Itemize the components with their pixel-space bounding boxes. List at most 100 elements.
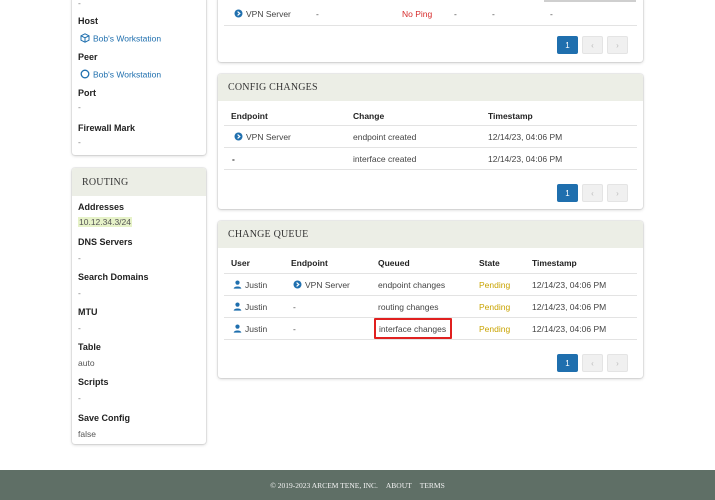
table-row: Justin VPN Server endpoint changes Pendi… <box>224 274 637 296</box>
save-config-label: Save Config <box>78 413 131 423</box>
port-value: - <box>78 102 81 112</box>
queued-link[interactable]: routing changes <box>378 302 439 312</box>
prev-page-button[interactable]: ‹ <box>582 184 603 202</box>
firewall-mark-value: - <box>78 137 81 147</box>
change-queue-card: CHANGE QUEUE User Endpoint Queued State … <box>218 221 643 378</box>
scroll-strip <box>544 0 636 2</box>
host-value: Bob's Workstation <box>93 33 162 44</box>
user-icon <box>233 302 242 313</box>
port-label: Port <box>78 88 96 98</box>
dns-servers-label: DNS Servers <box>78 237 133 247</box>
timestamp-text: 12/14/23, 04:06 PM <box>488 154 563 164</box>
user-link[interactable]: Justin <box>233 302 267 313</box>
ping-status: No Ping <box>402 9 433 19</box>
cell: - <box>550 9 553 19</box>
endpoints-card: VPN Server - No Ping - - - 1 ‹ › <box>218 0 643 62</box>
endpoint-link[interactable]: VPN Server <box>234 9 291 20</box>
change-text: endpoint created <box>353 132 417 142</box>
table-row: VPN Server - No Ping - - - <box>224 4 637 26</box>
state-pending: Pending <box>479 280 511 290</box>
globe-icon <box>293 280 302 291</box>
addresses-label: Addresses <box>78 202 125 212</box>
table-row: Justin - routing changes Pending 12/14/2… <box>224 296 637 318</box>
user-name: Justin <box>245 324 268 334</box>
pagination: 1 ‹ › <box>557 354 628 372</box>
mtu-value: - <box>78 323 81 333</box>
queued-link[interactable]: endpoint changes <box>378 280 445 290</box>
endpoint-text: - <box>293 302 296 312</box>
next-page-button[interactable]: › <box>607 354 628 372</box>
prev-page-button[interactable]: ‹ <box>582 36 603 54</box>
endpoint-link[interactable]: VPN Server <box>234 132 291 143</box>
copyright-text: © 2019-2023 ARCEM TENE, INC. <box>270 480 378 490</box>
change-text: interface created <box>353 154 417 164</box>
search-domains-label: Search Domains <box>78 272 149 282</box>
save-config-value: false <box>78 429 96 439</box>
state-pending: Pending <box>479 302 511 312</box>
about-link[interactable]: ABOUT <box>386 481 412 490</box>
col-timestamp[interactable]: Timestamp <box>488 111 533 121</box>
routing-card: ROUTING Addresses 10.12.34.3/24 DNS Serv… <box>72 168 206 444</box>
page-1-button[interactable]: 1 <box>557 36 578 54</box>
table-header-row: Endpoint Change Timestamp <box>224 106 637 126</box>
peer-link[interactable]: Bob's Workstation <box>80 69 161 81</box>
endpoint-name: VPN Server <box>246 132 291 142</box>
col-change[interactable]: Change <box>353 111 384 121</box>
table-header-row: User Endpoint Queued State Timestamp <box>224 253 637 274</box>
page-1-button[interactable]: 1 <box>557 354 578 372</box>
terms-link[interactable]: TERMS <box>420 481 445 490</box>
scripts-label: Scripts <box>78 377 109 387</box>
globe-icon <box>234 132 243 143</box>
top-value: - <box>78 0 81 8</box>
user-icon <box>233 280 242 291</box>
timestamp-text: 12/14/23, 04:06 PM <box>532 280 607 290</box>
user-name: Justin <box>245 302 268 312</box>
user-icon <box>233 324 242 335</box>
user-name: Justin <box>245 280 268 290</box>
config-changes-card: CONFIG CHANGES Endpoint Change Timestamp… <box>218 74 643 209</box>
addresses-value: 10.12.34.3/24 <box>78 217 132 227</box>
globe-icon <box>234 9 243 20</box>
page-1-button[interactable]: 1 <box>557 184 578 202</box>
user-link[interactable]: Justin <box>233 324 267 335</box>
prev-page-button[interactable]: ‹ <box>582 354 603 372</box>
next-page-button[interactable]: › <box>607 184 628 202</box>
cell: - <box>454 9 457 19</box>
endpoint-name: VPN Server <box>246 9 291 19</box>
dns-servers-value: - <box>78 253 81 263</box>
table-label: Table <box>78 342 101 352</box>
peer-value: Bob's Workstation <box>93 69 162 80</box>
endpoint-text: - <box>232 154 235 164</box>
table-row: VPN Server endpoint created 12/14/23, 04… <box>224 126 637 148</box>
endpoint-link[interactable]: VPN Server <box>293 280 350 291</box>
user-link[interactable]: Justin <box>233 280 267 291</box>
col-user[interactable]: User <box>231 258 250 268</box>
peer-label: Peer <box>78 52 98 62</box>
pagination: 1 ‹ › <box>557 184 628 202</box>
queued-link-highlighted[interactable]: interface changes <box>374 318 453 339</box>
col-state[interactable]: State <box>479 258 500 268</box>
timestamp-text: 12/14/23, 04:06 PM <box>488 132 563 142</box>
scripts-value: - <box>78 393 81 403</box>
col-queued[interactable]: Queued <box>378 258 410 268</box>
col-timestamp[interactable]: Timestamp <box>532 258 577 268</box>
timestamp-text: 12/14/23, 04:06 PM <box>532 302 607 312</box>
routing-header: ROUTING <box>72 168 206 196</box>
config-changes-header: CONFIG CHANGES <box>218 74 643 101</box>
mtu-label: MTU <box>78 307 98 317</box>
search-domains-value: - <box>78 288 81 298</box>
host-link[interactable]: Bob's Workstation <box>80 33 161 45</box>
col-endpoint[interactable]: Endpoint <box>231 111 268 121</box>
col-endpoint[interactable]: Endpoint <box>291 258 328 268</box>
cell: - <box>492 9 495 19</box>
endpoint-text: - <box>293 324 296 334</box>
state-pending: Pending <box>479 324 511 334</box>
next-page-button[interactable]: › <box>607 36 628 54</box>
table-row: Justin - interface changes Pending 12/14… <box>224 318 637 340</box>
table-value: auto <box>78 358 95 368</box>
endpoint-name: VPN Server <box>305 280 350 290</box>
change-queue-header: CHANGE QUEUE <box>218 221 643 248</box>
cube-icon <box>80 33 90 45</box>
timestamp-text: 12/14/23, 04:06 PM <box>532 324 607 334</box>
host-label: Host <box>78 16 98 26</box>
